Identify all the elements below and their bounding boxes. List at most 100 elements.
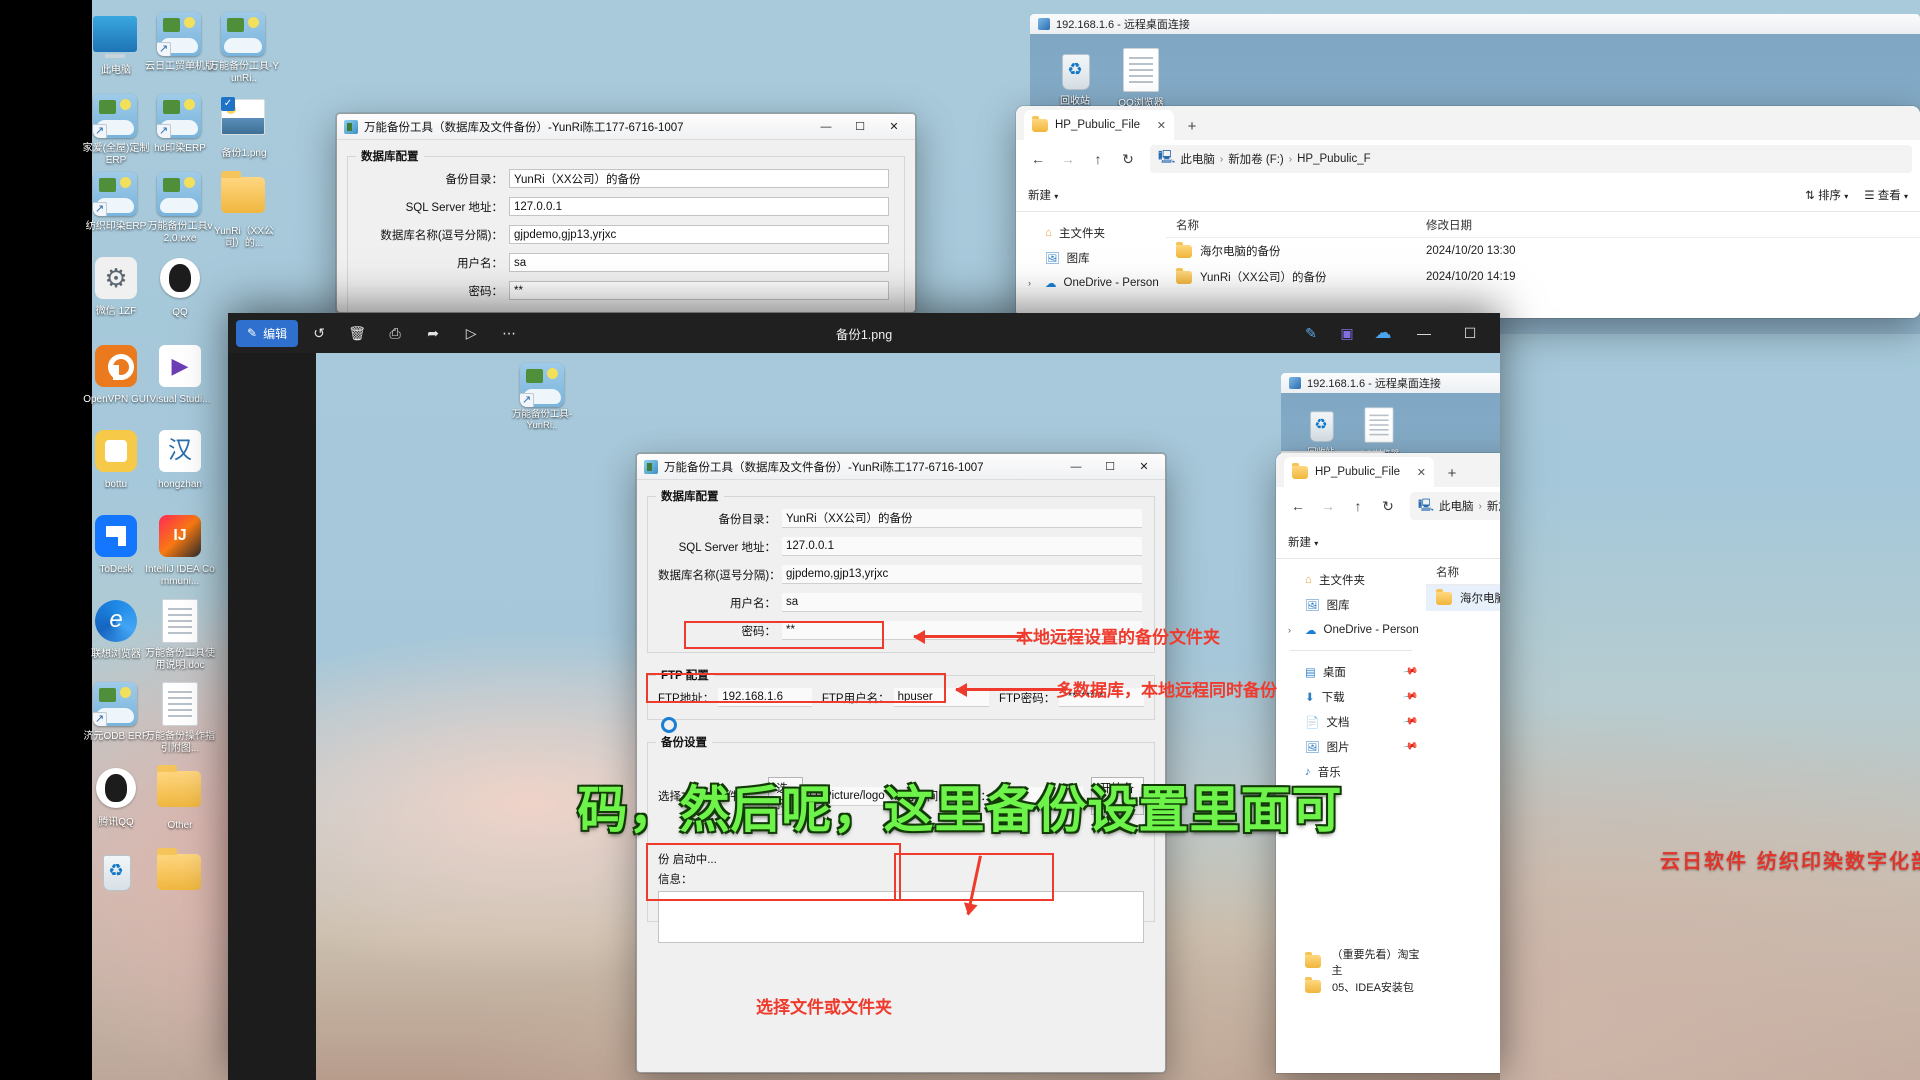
remote-desktop-icon [1038, 18, 1050, 30]
folder-icon [1176, 267, 1192, 284]
desktop-icon-hongzhan[interactable]: hongzhan [144, 429, 216, 491]
up-button[interactable]: ↑ [1084, 145, 1112, 173]
delete-icon[interactable]: 🗑 [340, 318, 374, 348]
refresh-button[interactable]: ↻ [1114, 145, 1142, 173]
desktop-icon-folder[interactable] [144, 848, 216, 900]
up-button: ↑ [1354, 498, 1362, 514]
desktop-icon-bottu[interactable]: bottu [80, 429, 152, 491]
table-row[interactable]: 海尔电脑的备份 2024/10/20 13:30 [1166, 238, 1920, 264]
navigation-pane: ⌂ 主文件夹 🖼 图库 › ☁ OneDrive - Person [1016, 212, 1166, 318]
photo-viewer-window[interactable]: ✎ 编辑 ↺ 🗑 ⎙ ➦ ▷ ⋯ 备份1.png ✎ ▣ ☁ — ☐ ↗ 万能备… [228, 313, 1500, 1080]
sidebar-item-documents: 📄 文档 📌 [1282, 709, 1426, 734]
new-tab-button[interactable]: + [1178, 112, 1206, 140]
tab-hp-public-file[interactable]: HP_Pubulic_File ✕ [1024, 110, 1174, 140]
sql-server-address-input[interactable]: 127.0.0.1 [509, 197, 889, 216]
field-row: SQL Server 地址： 127.0.0.1 [358, 197, 894, 216]
desktop-icon-backup-guide-doc[interactable]: 万能备份操作指引附图... [144, 682, 216, 754]
desktop-icon-label: 家爱(全屋)定制ERP [82, 143, 150, 166]
username-input[interactable]: sa [509, 253, 889, 272]
print-icon[interactable]: ⎙ [378, 318, 412, 348]
sidebar-item-label: 图库 [1326, 599, 1350, 612]
sidebar-item-onedrive[interactable]: › ☁ OneDrive - Person [1022, 270, 1166, 295]
desktop-icon-backup-tool-yunri[interactable]: 万能备份工具-YunRi.. [208, 12, 280, 84]
sort-button[interactable]: ⇅ 排序 ▾ [1805, 187, 1848, 203]
sidebar-item-downloads: ⬇ 下载 📌 [1282, 684, 1426, 709]
rdp-icon-qq-browser[interactable]: QQ浏览器 [1108, 48, 1174, 109]
refresh-button: ↻ [1382, 497, 1394, 514]
breadcrumb-item: 新加卷 (F:) [1486, 501, 1500, 513]
minimize-button[interactable]: — [809, 115, 843, 139]
breadcrumb-separator: › [1219, 153, 1224, 165]
desktop-icon-openvpn[interactable]: OpenVPN GUI [80, 344, 152, 406]
desktop-icon-jiaai-erp[interactable]: ↗ 家爱(全屋)定制ERP [80, 94, 152, 166]
desktop-icon-label: OpenVPN GUI [83, 394, 149, 405]
sidebar-item-label: 主文件夹 [1318, 574, 1365, 587]
tab-strip[interactable]: HP_Pubulic_File ✕ + [1016, 106, 1920, 140]
titlebar[interactable]: 万能备份工具（数据库及文件备份）-YunRi陈工177-6716-1007 — … [337, 114, 915, 140]
hanzi-icon [157, 430, 203, 476]
column-header-modified[interactable]: 修改日期 [1426, 217, 1626, 233]
onedrive-icon[interactable]: ☁ [1366, 318, 1400, 348]
maximize-button[interactable]: ☐ [843, 115, 877, 139]
breadcrumb-item[interactable]: HP_Pubulic_F [1297, 153, 1371, 165]
backup-tool-window-background[interactable]: 万能备份工具（数据库及文件备份）-YunRi陈工177-6716-1007 — … [336, 113, 916, 313]
desktop-icon-recycle-bin[interactable] [80, 849, 152, 895]
desktop-icon-visual-studio[interactable]: Visual Studi... [144, 344, 216, 406]
photo-explorer-window: HP_Pubulic_File ✕ + ← → ↑ ↻ 🖳 此电脑 › 新加卷 … [1276, 453, 1500, 1073]
breadcrumb-item[interactable]: 此电脑 [1180, 151, 1215, 167]
sidebar-item-home[interactable]: ⌂ 主文件夹 [1022, 220, 1166, 245]
more-icon[interactable]: ⋯ [492, 318, 526, 348]
onedrive-icon: ☁ [1045, 277, 1057, 290]
desktop-icon-wechat-settings[interactable]: 微信 1ZF [80, 256, 152, 318]
backup-directory-input: YunRi（XX公司）的备份 [782, 509, 1142, 528]
share-icon[interactable]: ➦ [416, 318, 450, 348]
slideshow-icon[interactable]: ▷ [454, 318, 488, 348]
forward-button[interactable]: → [1054, 145, 1082, 173]
icon-label: 回收站 [1060, 96, 1090, 107]
desktop-icon-this-pc[interactable]: 此电脑 [80, 12, 152, 77]
close-button[interactable]: ✕ [877, 115, 911, 139]
edit-image-icon[interactable]: ✎ [1294, 318, 1328, 348]
desktop-icon-intellij[interactable]: IntelliJ IDEA Communi... [144, 514, 216, 587]
tab-close-button[interactable]: ✕ [1157, 119, 1166, 132]
rotate-icon[interactable]: ↺ [302, 318, 336, 348]
backup-directory-input[interactable]: YunRi（XX公司）的备份 [509, 169, 889, 188]
desktop-icon-jiyuan-erp[interactable]: ↗ 济元ODB ERP [80, 682, 152, 743]
password-input[interactable]: ** [509, 281, 889, 300]
table-row[interactable]: YunRi（XX公司）的备份 2024/10/20 14:19 [1166, 264, 1920, 290]
breadcrumb-item[interactable]: 新加卷 (F:) [1228, 151, 1284, 167]
sidebar-item-gallery[interactable]: 🖼 图库 [1022, 245, 1166, 270]
desktop-icon-yunri-folder[interactable]: YunRi（XX公司）的... [208, 171, 280, 249]
desktop-icon-lenovo-browser[interactable]: 联想浏览器 [80, 599, 152, 661]
breadcrumb[interactable]: 🖳 此电脑 › 新加卷 (F:) › HP_Pubulic_F [1150, 145, 1912, 173]
desktop-icon-backup-manual[interactable]: 万能备份工具使用说明.doc [144, 599, 216, 671]
desktop-icon-hd-erp[interactable]: ↗ hd印染ERP [144, 94, 216, 155]
desktop-icon-yunri-standalone[interactable]: ↗ 云日工贸单机版 [144, 12, 216, 73]
intellij-icon [157, 515, 203, 561]
minimize-button[interactable]: — [1402, 318, 1446, 348]
new-button[interactable]: 新建 ▾ [1028, 187, 1058, 203]
recycle-bin-icon [93, 849, 139, 895]
maximize-button[interactable]: ☐ [1448, 318, 1492, 348]
desktop-icon-backup1-png[interactable]: ✓ 备份1.png [208, 94, 280, 160]
desktop-icon-qq[interactable]: QQ [144, 256, 216, 319]
desktop-icon-textile-erp[interactable]: ↗ 纺织印染ERP [80, 172, 152, 233]
edit-button[interactable]: ✎ 编辑 [236, 319, 299, 347]
desktop-icon-label: 万能备份操作指引附图... [145, 731, 215, 754]
desktop-icon-label: 备份1.png [221, 148, 267, 159]
app-icon [157, 172, 203, 218]
gallery-icon[interactable]: ▣ [1330, 318, 1364, 348]
sidebar-item-label: 05、IDEA安装包 [1332, 981, 1414, 994]
rdp-icon-recycle-bin[interactable]: 回收站 [1042, 48, 1108, 107]
view-button[interactable]: ☰ 查看 ▾ [1864, 187, 1908, 203]
desktop-icon-backup-tool-exe[interactable]: 万能备份工具v2.0.exe [144, 172, 216, 244]
file-explorer-window-background[interactable]: HP_Pubulic_File ✕ + ← → ↑ ↻ 🖳 此电脑 › 新加卷 … [1016, 106, 1920, 318]
column-header-name[interactable]: 名称 [1166, 217, 1426, 233]
breadcrumb-item: 此电脑 [1439, 501, 1474, 513]
titlebar[interactable]: 192.168.1.6 - 远程桌面连接 [1030, 14, 1920, 34]
desktop-icon-todesk[interactable]: ToDesk [80, 514, 152, 576]
back-button[interactable]: ← [1024, 145, 1052, 173]
database-names-input[interactable]: gjpdemo,gjp13,yrjxc [509, 225, 889, 244]
pin-icon: 📌 [1401, 688, 1419, 705]
sidebar-lower-group: （重要先看）淘宝主 05、IDEA安装包 [1282, 949, 1426, 999]
